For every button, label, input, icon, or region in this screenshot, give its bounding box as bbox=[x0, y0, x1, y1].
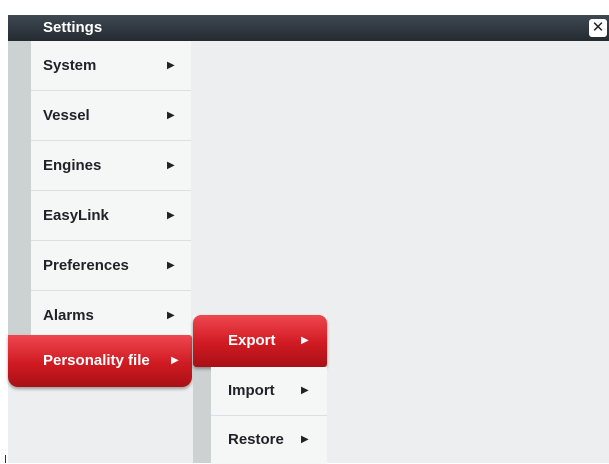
submenu-item-label: Import bbox=[228, 382, 275, 399]
menu-item-label: Engines bbox=[43, 157, 102, 174]
menu-item-label: Preferences bbox=[43, 257, 129, 274]
menu-item-label: Personality file bbox=[43, 352, 150, 369]
menu-item-alarms[interactable]: Alarms ▶ bbox=[31, 291, 191, 341]
chevron-right-icon: ▶ bbox=[167, 110, 175, 121]
chevron-right-icon: ▶ bbox=[167, 310, 175, 321]
window-title: Settings bbox=[43, 19, 103, 36]
submenu-item-label: Export bbox=[228, 332, 276, 349]
personality-file-submenu: Export ▶ Import ▶ Restore ▶ bbox=[193, 315, 327, 464]
chevron-right-icon: ▶ bbox=[301, 434, 309, 445]
title-bar: Settings ✕ bbox=[8, 15, 609, 41]
menu-item-label: EasyLink bbox=[43, 207, 109, 224]
chevron-right-icon: ▶ bbox=[301, 385, 309, 396]
menu-item-label: Vessel bbox=[43, 107, 90, 124]
chevron-right-icon: ▶ bbox=[167, 160, 175, 171]
submenu-item-label: Restore bbox=[228, 431, 284, 448]
menu-item-system[interactable]: System ▶ bbox=[31, 41, 191, 91]
chevron-right-icon: ▶ bbox=[301, 335, 309, 346]
submenu-item-export[interactable]: Export ▶ bbox=[193, 315, 327, 367]
text-cursor bbox=[5, 455, 6, 463]
chevron-right-icon: ▶ bbox=[167, 210, 175, 221]
submenu-left-strip bbox=[193, 367, 211, 463]
submenu-item-restore[interactable]: Restore ▶ bbox=[211, 416, 327, 464]
menu-item-easylink[interactable]: EasyLink ▶ bbox=[31, 191, 191, 241]
settings-menu: System ▶ Vessel ▶ Engines ▶ EasyLink ▶ P… bbox=[31, 41, 191, 341]
close-icon: ✕ bbox=[591, 19, 605, 36]
chevron-right-icon: ▶ bbox=[167, 60, 175, 71]
menu-item-personality-file[interactable]: Personality file ▶ bbox=[8, 335, 192, 387]
menu-left-strip bbox=[8, 41, 31, 341]
menu-item-preferences[interactable]: Preferences ▶ bbox=[31, 241, 191, 291]
menu-item-vessel[interactable]: Vessel ▶ bbox=[31, 91, 191, 141]
chevron-right-icon: ▶ bbox=[171, 355, 179, 366]
menu-item-engines[interactable]: Engines ▶ bbox=[31, 141, 191, 191]
menu-item-label: System bbox=[43, 57, 97, 74]
chevron-right-icon: ▶ bbox=[167, 260, 175, 271]
submenu-item-import[interactable]: Import ▶ bbox=[211, 367, 327, 416]
close-button[interactable]: ✕ bbox=[589, 19, 607, 37]
menu-item-label: Alarms bbox=[43, 307, 94, 324]
